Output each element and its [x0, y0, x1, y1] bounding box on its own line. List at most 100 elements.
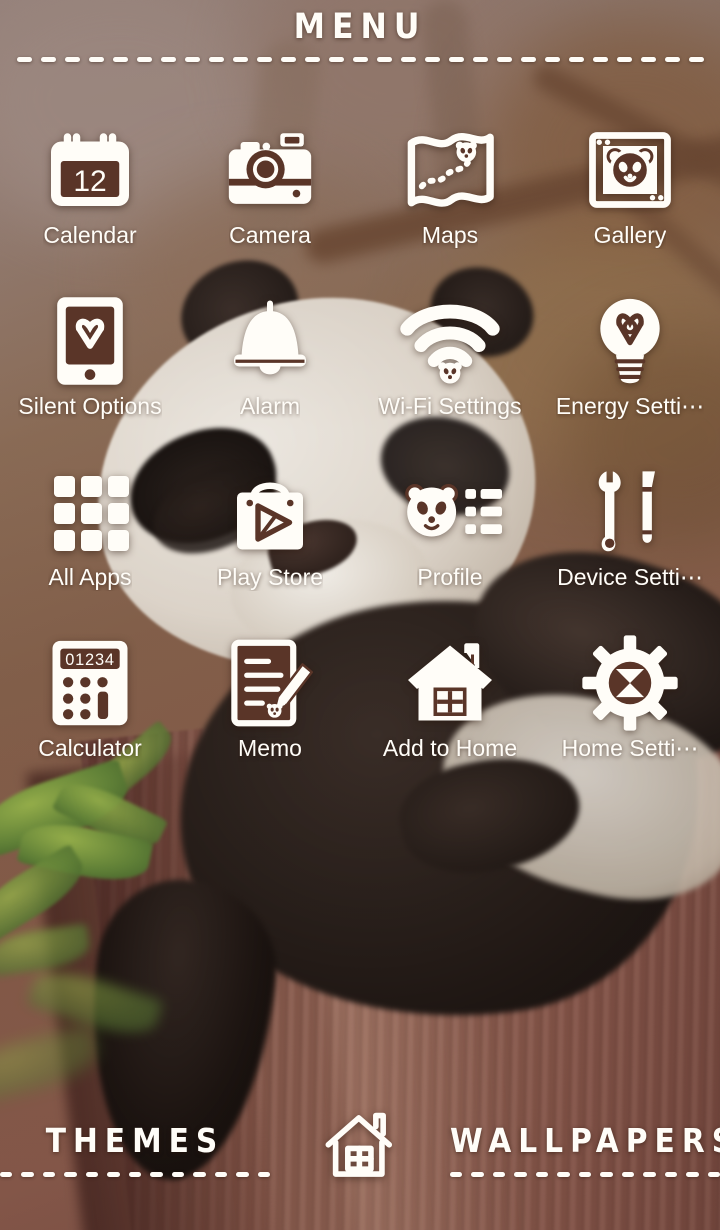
dash-segment: [448, 56, 464, 62]
house-icon: [400, 633, 500, 733]
wallpapers-label: WALLPAPERS: [450, 1121, 720, 1160]
app-label: Calendar: [43, 222, 137, 248]
tools-icon: [582, 462, 678, 562]
dash-segment: [184, 56, 200, 62]
dash-segment: [616, 56, 632, 62]
dash-segment: [160, 56, 176, 62]
gear-icon: [580, 633, 680, 733]
profile-panda-icon: [398, 462, 502, 562]
dash-segment: [496, 56, 512, 62]
app-icon-play-store[interactable]: Play Store: [180, 462, 360, 608]
dash-segment: [640, 56, 656, 62]
app-icon-calculator[interactable]: 01234 Calculator: [0, 633, 180, 779]
app-label: Silent Options: [18, 393, 162, 419]
home-button[interactable]: [290, 1107, 430, 1191]
dash-segment: [236, 1172, 249, 1177]
app-icon-calendar[interactable]: 12 Calendar: [0, 120, 180, 266]
dash-segment: [376, 56, 392, 62]
dash-segment: [85, 1172, 99, 1177]
dash-segment: [592, 56, 608, 62]
dash-segment: [514, 1172, 527, 1177]
memo-pencil-icon: [222, 633, 318, 733]
dash-segment: [232, 56, 248, 62]
dash-segment: [471, 1172, 484, 1177]
app-label: Gallery: [593, 222, 667, 248]
dash-segment: [40, 56, 56, 62]
app-label: Add to Home: [382, 735, 518, 761]
dash-segment: [16, 56, 32, 62]
page-title: MENU: [293, 7, 427, 47]
dash-segment: [0, 1172, 13, 1177]
wifi-icon: [398, 291, 502, 391]
app-icon-camera[interactable]: Camera: [180, 120, 360, 266]
app-icon-gallery[interactable]: Gallery: [540, 120, 720, 266]
app-label: Memo: [238, 735, 302, 761]
dash-segment: [557, 1172, 570, 1177]
app-grid: 12 Calendar Camera Maps Gallery Silent O…: [0, 120, 720, 779]
dash-segment: [42, 1172, 56, 1177]
dash-segment: [128, 1172, 142, 1177]
dash-segment: [520, 56, 536, 62]
dash-segment: [193, 1172, 206, 1177]
app-icon-maps[interactable]: Maps: [360, 120, 540, 266]
dash-segment: [64, 1172, 77, 1177]
dash-segment: [304, 56, 320, 62]
app-icon-silent-options[interactable]: Silent Options: [0, 291, 180, 437]
dash-segment: [256, 56, 272, 62]
app-label: Device Setti⋯: [557, 564, 703, 590]
calculator-icon: 01234: [44, 633, 136, 733]
app-icon-wi-fi-settings[interactable]: Wi-Fi Settings: [360, 291, 540, 437]
map-icon: [401, 120, 499, 220]
dash-segment: [280, 56, 296, 62]
app-label: Home Setti⋯: [561, 735, 699, 761]
dash-segment: [214, 1172, 228, 1177]
app-label: Play Store: [216, 564, 324, 590]
dash-segment: [449, 1172, 463, 1177]
dash-segment: [707, 1172, 720, 1177]
menu-header: MENU: [0, 8, 720, 62]
themes-button[interactable]: THEMES: [0, 1121, 271, 1177]
app-label: Energy Setti⋯: [555, 393, 705, 419]
dash-segment: [107, 1172, 120, 1177]
dash-segment: [686, 1172, 699, 1177]
app-icon-all-apps[interactable]: All Apps: [0, 462, 180, 608]
calendar-icon: 12: [42, 120, 138, 220]
app-icon-profile[interactable]: Profile: [360, 462, 540, 608]
dash-segment: [664, 1172, 678, 1177]
dash-segment: [150, 1172, 163, 1177]
gallery-icon: [582, 120, 678, 220]
header-dashed-divider: [0, 56, 720, 62]
app-icon-memo[interactable]: Memo: [180, 633, 360, 779]
lightbulb-icon: [586, 291, 674, 391]
dash-segment: [568, 56, 584, 62]
dash-segment: [535, 1172, 549, 1177]
dash-segment: [208, 56, 224, 62]
bell-icon: [222, 291, 318, 391]
dash-segment: [578, 1172, 592, 1177]
dash-segment: [472, 56, 488, 62]
themes-label: THEMES: [45, 1121, 225, 1160]
dash-segment: [257, 1172, 271, 1177]
bottom-dock: THEMES WALLPAPERS: [0, 1094, 720, 1204]
app-icon-energy-setti[interactable]: Energy Setti⋯: [540, 291, 720, 437]
dash-segment: [643, 1172, 656, 1177]
dash-segment: [88, 56, 104, 62]
dash-segment: [400, 56, 416, 62]
wallpapers-button[interactable]: WALLPAPERS: [449, 1121, 720, 1177]
app-grid-icon: [42, 462, 138, 562]
app-icon-home-setti[interactable]: Home Setti⋯: [540, 633, 720, 779]
svg-text:01234: 01234: [65, 651, 114, 669]
play-store-bag-icon: [222, 462, 318, 562]
dash-segment: [112, 56, 128, 62]
themes-dashed-underline: [0, 1172, 271, 1177]
dash-segment: [544, 56, 560, 62]
app-label: Wi-Fi Settings: [378, 393, 522, 419]
app-label: Maps: [421, 222, 479, 248]
dash-segment: [171, 1172, 185, 1177]
dash-segment: [621, 1172, 635, 1177]
app-icon-alarm[interactable]: Alarm: [180, 291, 360, 437]
dash-segment: [600, 1172, 613, 1177]
dash-segment: [352, 56, 368, 62]
app-icon-add-to-home[interactable]: Add to Home: [360, 633, 540, 779]
app-icon-device-setti[interactable]: Device Setti⋯: [540, 462, 720, 608]
